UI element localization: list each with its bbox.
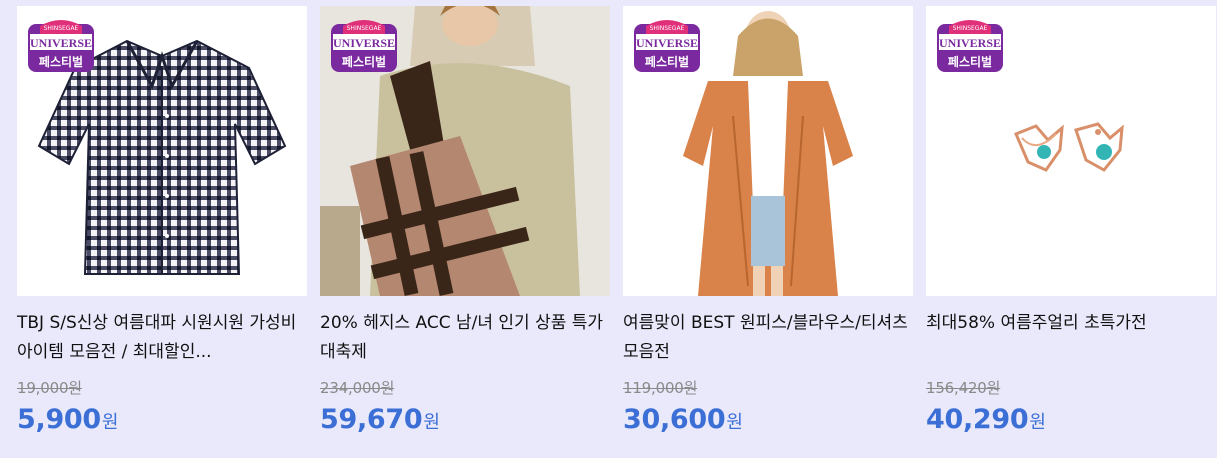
product-card[interactable]: SHINSEGAE UNIVERSE 페스티벌 TBJ S/S신상 여름대파 시… xyxy=(17,6,307,458)
product-image[interactable]: SHINSEGAE UNIVERSE 페스티벌 xyxy=(623,6,913,296)
sale-price: 59,670원 xyxy=(320,404,440,444)
product-title[interactable]: 최대58% 여름주얼리 초특가전 xyxy=(926,309,1216,338)
badge-sub-text: 페스티벌 xyxy=(948,54,992,69)
badge-brand-text: SHINSEGAE xyxy=(44,25,79,32)
sale-price: 5,900원 xyxy=(17,404,118,444)
sale-price: 30,600원 xyxy=(623,404,743,444)
universe-festival-badge-icon: SHINSEGAE UNIVERSE 페스티벌 xyxy=(28,20,94,72)
badge-title-text: UNIVERSE xyxy=(333,36,395,50)
sale-price: 40,290원 xyxy=(926,404,1046,444)
product-title[interactable]: TBJ S/S신상 여름대파 시원시원 가성비 아이템 모음전 / 최대할인..… xyxy=(17,309,307,367)
sale-price-unit: 원 xyxy=(726,412,743,433)
sale-price-value: 59,670 xyxy=(320,404,423,435)
badge-title-text: UNIVERSE xyxy=(30,36,92,50)
original-price: 19,000원 xyxy=(17,379,82,397)
sale-price-value: 30,600 xyxy=(623,404,726,435)
badge-brand-text: SHINSEGAE xyxy=(650,25,685,32)
sale-price-value: 40,290 xyxy=(926,404,1029,435)
sale-price-unit: 원 xyxy=(423,412,440,433)
product-image[interactable]: SHINSEGAE UNIVERSE 페스티벌 xyxy=(17,6,307,296)
badge-title-text: UNIVERSE xyxy=(939,36,1001,50)
universe-festival-badge-icon: SHINSEGAE UNIVERSE 페스티벌 xyxy=(937,20,1003,72)
product-title[interactable]: 여름맞이 BEST 원피스/블라우스/티셔츠 모음전 xyxy=(623,309,913,367)
product-card[interactable]: SHINSEGAE UNIVERSE 페스티벌 최대58% 여름주얼리 초특가전… xyxy=(926,6,1216,458)
product-card[interactable]: SHINSEGAE UNIVERSE 페스티벌 여름맞이 BEST 원피스/블라… xyxy=(623,6,913,458)
universe-festival-badge-icon: SHINSEGAE UNIVERSE 페스티벌 xyxy=(331,20,397,72)
original-price: 234,000원 xyxy=(320,379,395,397)
product-image[interactable]: SHINSEGAE UNIVERSE 페스티벌 xyxy=(320,6,610,296)
original-price: 119,000원 xyxy=(623,379,698,397)
badge-brand-text: SHINSEGAE xyxy=(347,25,382,32)
product-grid: SHINSEGAE UNIVERSE 페스티벌 TBJ S/S신상 여름대파 시… xyxy=(0,0,1217,458)
product-image[interactable]: SHINSEGAE UNIVERSE 페스티벌 xyxy=(926,6,1216,296)
badge-brand-text: SHINSEGAE xyxy=(953,25,988,32)
sale-price-unit: 원 xyxy=(1029,412,1046,433)
sale-price-value: 5,900 xyxy=(17,404,101,435)
original-price: 156,420원 xyxy=(926,379,1001,397)
product-card[interactable]: SHINSEGAE UNIVERSE 페스티벌 20% 헤지스 ACC 남/녀 … xyxy=(320,6,610,458)
sale-price-unit: 원 xyxy=(101,412,119,433)
product-title[interactable]: 20% 헤지스 ACC 남/녀 인기 상품 특가 대축제 xyxy=(320,309,610,367)
badge-sub-text: 페스티벌 xyxy=(39,54,83,69)
universe-festival-badge-icon: SHINSEGAE UNIVERSE 페스티벌 xyxy=(634,20,700,72)
badge-sub-text: 페스티벌 xyxy=(342,54,386,69)
badge-sub-text: 페스티벌 xyxy=(645,54,689,69)
badge-title-text: UNIVERSE xyxy=(636,36,698,50)
